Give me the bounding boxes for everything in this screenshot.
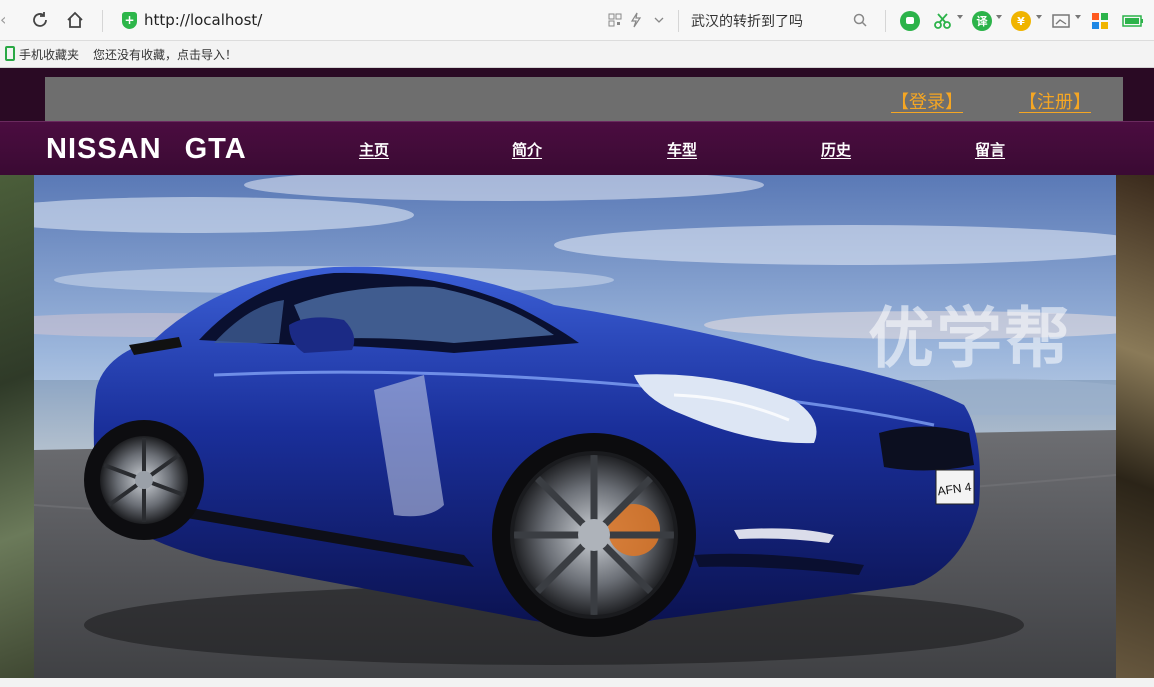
mobile-phone-icon [5, 46, 15, 61]
watermark-text: 优学帮 [868, 300, 1072, 377]
home-icon[interactable] [64, 9, 86, 31]
translate-icon[interactable]: 译 [972, 11, 992, 31]
search-box[interactable]: 武汉的转折到了吗 [691, 11, 803, 31]
banner-side-left [0, 175, 34, 687]
main-navbar: NISSAN GTA 主页 简介 车型 历史 留言 [0, 121, 1154, 175]
web-page: 【登录】 【注册】 NISSAN GTA 主页 简介 车型 历史 留言 AFN … [0, 68, 1154, 687]
chevron-down-icon[interactable] [957, 15, 963, 19]
login-link[interactable]: 【登录】 [891, 88, 963, 114]
lightning-icon[interactable] [625, 9, 647, 31]
back-arrow-icon[interactable]: ‹ [0, 10, 8, 32]
search-icon[interactable] [852, 12, 868, 32]
nav-intro[interactable]: 简介 [512, 139, 542, 160]
battery-icon [1121, 11, 1145, 31]
browser-status-bar [0, 678, 1154, 687]
banner-side-right [1116, 175, 1154, 687]
nav-models[interactable]: 车型 [667, 139, 697, 160]
image-icon[interactable] [1051, 11, 1071, 31]
toolbar-divider [102, 10, 103, 32]
mobile-favorites-link[interactable]: 手机收藏夹 [19, 46, 79, 63]
chevron-down-icon[interactable] [1036, 15, 1042, 19]
browser-toolbar: ‹ + http://localhost/ 武汉的转折到了吗 译 ¥ [0, 0, 1154, 41]
secure-shield-icon[interactable]: + [122, 12, 137, 29]
address-bar[interactable]: http://localhost/ [144, 11, 262, 29]
chat-extension-icon[interactable] [900, 11, 920, 31]
nav-history[interactable]: 历史 [821, 139, 851, 160]
toolbar-divider [885, 10, 886, 32]
chevron-down-icon[interactable] [1075, 15, 1081, 19]
nav-home[interactable]: 主页 [359, 139, 389, 160]
chevron-down-icon[interactable] [648, 9, 670, 31]
chevron-down-icon[interactable] [996, 15, 1002, 19]
hero-banner: AFN 4 优学帮 [0, 175, 1154, 687]
coin-icon[interactable]: ¥ [1011, 11, 1031, 31]
car-image: AFN 4 优学帮 [34, 175, 1116, 687]
register-link[interactable]: 【注册】 [1019, 88, 1091, 114]
site-logo[interactable]: NISSAN GTA [46, 133, 247, 166]
nav-message[interactable]: 留言 [975, 139, 1005, 160]
qr-code-icon[interactable] [604, 9, 626, 31]
apps-grid-icon[interactable] [1090, 11, 1110, 31]
scissors-icon[interactable] [933, 11, 953, 31]
top-strip: 【登录】 【注册】 [45, 77, 1123, 121]
import-favorites-link[interactable]: 您还没有收藏，点击导入！ [93, 46, 237, 63]
refresh-icon[interactable] [29, 9, 51, 31]
toolbar-divider [678, 10, 679, 32]
